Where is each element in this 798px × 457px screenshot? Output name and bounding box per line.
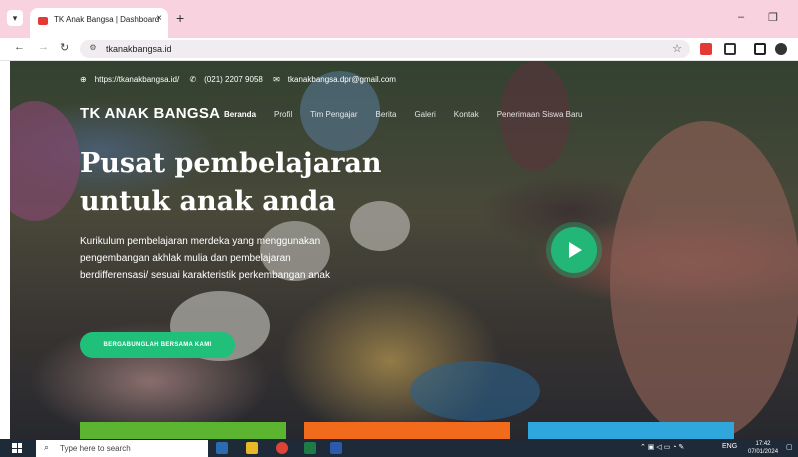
browser-tab[interactable]: TK Anak Bangsa | Dashboard × xyxy=(30,8,168,38)
main-nav: Beranda Profil Tim Pengajar Berita Galeri Kon… xyxy=(224,110,601,119)
feature-card-orange xyxy=(304,422,510,439)
restore-button[interactable]: ❐ xyxy=(768,11,778,24)
nav-item[interactable]: Beranda xyxy=(224,110,256,119)
feature-card-green xyxy=(80,422,286,439)
nav-item[interactable]: Penerimaan Siswa Baru xyxy=(497,110,583,119)
feature-card-blue xyxy=(528,422,734,439)
back-icon[interactable]: ← xyxy=(14,41,25,53)
address-bar[interactable]: ⚙ tkanakbangsa.id ☆ xyxy=(80,40,690,58)
hero-headline: Pusat pembelajaran untuk anak anda xyxy=(80,148,382,217)
new-tab-button[interactable]: + xyxy=(176,10,184,26)
profile-avatar[interactable] xyxy=(775,43,787,55)
taskbar-search-placeholder: Type here to search xyxy=(60,444,131,453)
nav-item[interactable]: Galeri xyxy=(414,110,435,119)
word-icon[interactable] xyxy=(330,442,342,454)
excel-icon[interactable] xyxy=(304,442,316,454)
close-tab-icon[interactable]: × xyxy=(156,13,162,24)
nav-item[interactable]: Kontak xyxy=(454,110,479,119)
browser-tab-strip: ▾ TK Anak Bangsa | Dashboard × + – ❐ xyxy=(0,0,798,38)
site-logo[interactable]: TK ANAK BANGSA xyxy=(80,105,220,122)
email-link[interactable]: tkanakbangsa.dpr@gmail.com xyxy=(288,75,396,84)
mail-icon: ✉ xyxy=(273,75,280,84)
tab-search-button[interactable]: ▾ xyxy=(7,10,23,26)
nav-item[interactable]: Profil xyxy=(274,110,292,119)
file-explorer-icon[interactable] xyxy=(246,442,258,454)
join-us-button[interactable]: BERGABUNGLAH BERSAMA KAMI xyxy=(80,332,235,358)
clock-time: 17:42 xyxy=(755,441,771,447)
phone-icon: ✆ xyxy=(189,75,197,84)
taskbar-clock[interactable]: 17:42 07/01/2024 xyxy=(748,440,778,456)
input-language[interactable]: ENG xyxy=(722,443,737,450)
windows-start-icon[interactable] xyxy=(12,443,22,453)
top-contact-bar: ⊕ https://tkanakbangsa.id/ ✆ (021) 2207 90… xyxy=(80,75,404,84)
hero-section: ⊕ https://tkanakbangsa.id/ ✆ (021) 2207 90… xyxy=(10,61,798,439)
extensions-puzzle-icon[interactable] xyxy=(724,43,736,55)
notification-icon[interactable]: ▢ xyxy=(786,443,793,451)
tab-title: TK Anak Bangsa | Dashboard xyxy=(54,15,160,24)
search-icon: ⌕ xyxy=(44,442,50,452)
chrome-icon[interactable] xyxy=(276,442,288,454)
play-video-button[interactable] xyxy=(551,227,597,273)
clock-date: 07/01/2024 xyxy=(748,449,779,455)
url-text[interactable]: tkanakbangsa.id xyxy=(106,44,172,54)
minimize-button[interactable]: – xyxy=(738,11,744,23)
taskbar-search[interactable]: ⌕ Type here to search xyxy=(36,440,208,457)
nav-item[interactable]: Berita xyxy=(376,110,397,119)
nav-item[interactable]: Tim Pengajar xyxy=(310,110,357,119)
phone-number[interactable]: (021) 2207 9058 xyxy=(204,75,263,84)
windows-taskbar: ⌕ Type here to search ⌃ ▣ ◁ ▭ ◔ ✎ ENG 17… xyxy=(0,439,798,457)
edge-icon[interactable] xyxy=(216,442,228,454)
hero-description: Kurikulum pembelajaran merdeka yang meng… xyxy=(80,236,330,281)
favicon-icon xyxy=(38,17,48,25)
system-tray-icons[interactable]: ⌃ ▣ ◁ ▭ ◔ ✎ xyxy=(640,443,684,451)
site-info-icon[interactable]: ⚙ xyxy=(86,43,100,55)
browser-toolbar: ← → ↻ ⚙ tkanakbangsa.id ☆ xyxy=(0,38,798,61)
side-panel-icon[interactable] xyxy=(754,43,766,55)
bookmark-star-icon[interactable]: ☆ xyxy=(672,42,682,55)
reload-icon[interactable]: ↻ xyxy=(60,41,69,54)
website-link[interactable]: https://tkanakbangsa.id/ xyxy=(95,75,180,84)
extension-icon[interactable] xyxy=(700,43,712,55)
forward-icon[interactable]: → xyxy=(38,41,49,53)
globe-icon: ⊕ xyxy=(80,75,87,84)
